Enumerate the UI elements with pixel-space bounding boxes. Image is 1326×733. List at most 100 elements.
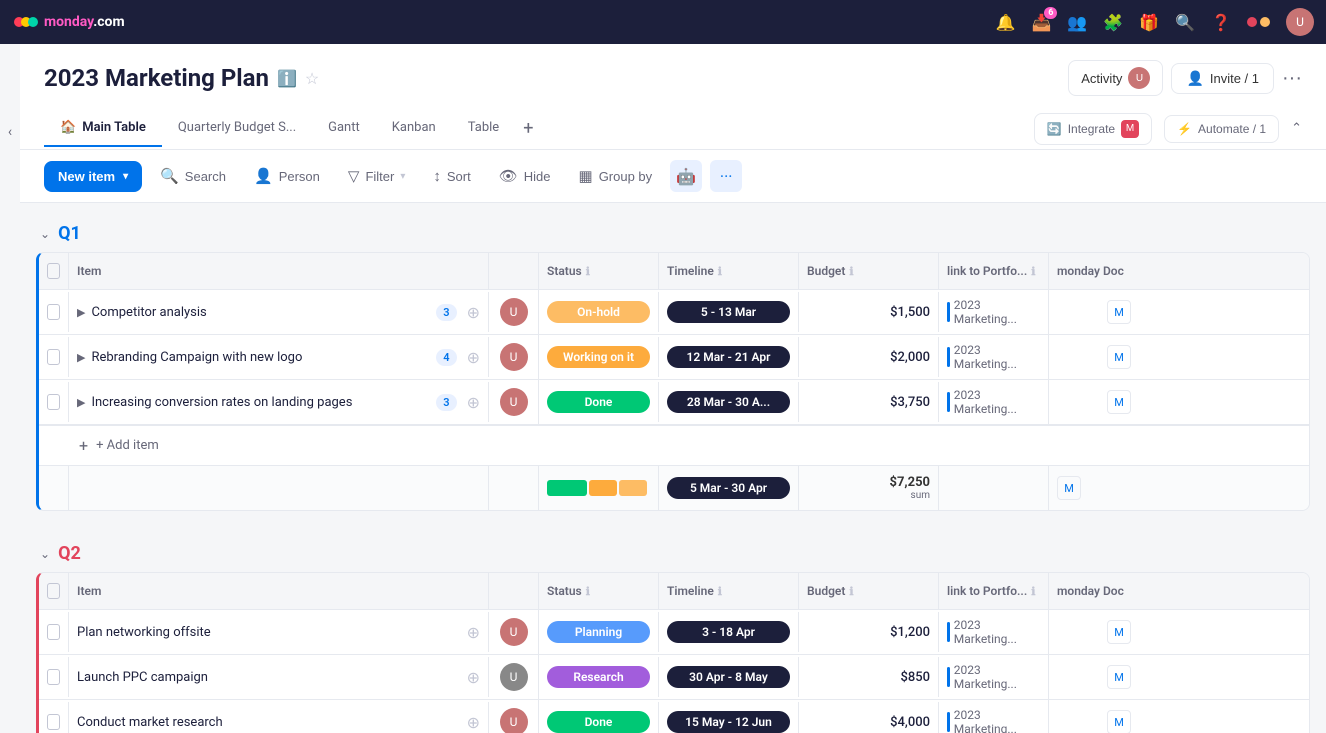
- expand-icon[interactable]: ▶: [77, 306, 85, 319]
- td-status[interactable]: Working on it: [539, 337, 659, 377]
- td-status[interactable]: Done: [539, 702, 659, 733]
- apps-icon[interactable]: 🧩: [1103, 13, 1123, 32]
- add-subitem-icon[interactable]: ⊕: [467, 393, 480, 412]
- td-status[interactable]: Research: [539, 657, 659, 697]
- collapse-button[interactable]: ⌃: [1291, 121, 1302, 136]
- more-toolbar-button[interactable]: ···: [710, 160, 742, 192]
- add-subitem-icon[interactable]: ⊕: [467, 623, 480, 642]
- q1-select-all-checkbox[interactable]: [47, 263, 60, 279]
- td-link[interactable]: 2023 Marketing...: [939, 380, 1049, 424]
- link-info-icon: ℹ: [1031, 265, 1035, 278]
- group-q2-header[interactable]: ⌄ Q2: [36, 535, 1310, 572]
- doc-icon[interactable]: M: [1107, 710, 1131, 733]
- tab-quarterly-budget[interactable]: Quarterly Budget S...: [162, 110, 312, 147]
- td-doc: M: [1049, 702, 1189, 733]
- inbox-icon[interactable]: 📥 6: [1031, 13, 1051, 32]
- sidebar-collapse-arrow[interactable]: ‹: [0, 44, 20, 733]
- search-icon[interactable]: 🔍: [1175, 13, 1195, 32]
- doc-icon[interactable]: M: [1107, 665, 1131, 689]
- td-budget: $3,750: [799, 382, 939, 422]
- td-link[interactable]: 2023 Marketing...: [939, 335, 1049, 379]
- row-checkbox[interactable]: [47, 394, 60, 410]
- add-subitem-icon[interactable]: ⊕: [467, 713, 480, 732]
- tab-gantt[interactable]: Gantt: [312, 110, 376, 147]
- logo[interactable]: monday.com: [12, 8, 125, 36]
- add-subitem-icon[interactable]: ⊕: [467, 348, 480, 367]
- expand-icon[interactable]: ▶: [77, 351, 85, 364]
- row-checkbox[interactable]: [47, 304, 60, 320]
- q1-th-budget: Budget ℹ: [799, 253, 939, 289]
- automate-label: Automate / 1: [1198, 122, 1266, 136]
- q2-collapse-icon[interactable]: ⌄: [40, 547, 50, 561]
- td-status[interactable]: Done: [539, 382, 659, 422]
- group-by-button[interactable]: ▦ Group by: [569, 161, 663, 191]
- doc-icon[interactable]: M: [1107, 345, 1131, 369]
- q1-add-item[interactable]: + + Add item: [39, 425, 1309, 465]
- star-icon[interactable]: ☆: [305, 69, 319, 88]
- hide-button[interactable]: 👁 Hide: [489, 161, 561, 191]
- assignee-avatar[interactable]: U: [500, 298, 528, 326]
- filter-button[interactable]: ▽ Filter ▾: [338, 161, 415, 191]
- assignee-avatar[interactable]: U: [500, 388, 528, 416]
- link-bar: [947, 712, 950, 732]
- group-q1-header[interactable]: ⌄ Q1: [36, 215, 1310, 252]
- row-checkbox[interactable]: [47, 624, 60, 640]
- expand-icon[interactable]: ▶: [77, 396, 85, 409]
- summary-timeline: 5 Mar - 30 Apr: [667, 477, 790, 499]
- automate-button[interactable]: ⚡ Automate / 1: [1164, 115, 1279, 143]
- info-icon[interactable]: ℹ️: [277, 69, 297, 88]
- td-status[interactable]: On-hold: [539, 292, 659, 332]
- user-avatar[interactable]: U: [1286, 8, 1314, 36]
- add-tab-button[interactable]: +: [515, 108, 541, 149]
- tab-kanban[interactable]: Kanban: [376, 110, 452, 147]
- tab-main-table[interactable]: 🏠 Main Table: [44, 110, 162, 147]
- activity-button[interactable]: Activity U: [1068, 60, 1163, 96]
- item-name[interactable]: Launch PPC campaign: [77, 670, 457, 685]
- link-text: 2023 Marketing...: [954, 388, 1040, 416]
- budget-total: $7,250: [807, 475, 930, 490]
- new-item-button[interactable]: New item ▾: [44, 161, 142, 192]
- doc-icon[interactable]: M: [1107, 390, 1131, 414]
- td-link[interactable]: 2023 Marketing...: [939, 290, 1049, 334]
- add-subitem-icon[interactable]: ⊕: [467, 668, 480, 687]
- assignee-avatar[interactable]: U: [500, 618, 528, 646]
- ai-button[interactable]: 🤖: [670, 160, 702, 192]
- add-subitem-icon[interactable]: ⊕: [467, 303, 480, 322]
- q2-select-all-checkbox[interactable]: [47, 583, 60, 599]
- assignee-avatar[interactable]: U: [500, 343, 528, 371]
- item-name[interactable]: Increasing conversion rates on landing p…: [91, 395, 430, 410]
- more-options-button[interactable]: ···: [1282, 67, 1302, 90]
- row-checkbox[interactable]: [47, 669, 60, 685]
- activity-label: Activity: [1081, 71, 1122, 86]
- td-status[interactable]: Planning: [539, 612, 659, 652]
- td-link[interactable]: 2023 Marketing...: [939, 655, 1049, 699]
- person-button[interactable]: 👤 Person: [244, 161, 330, 191]
- tab-table[interactable]: Table: [452, 110, 515, 147]
- person-label: Person: [279, 169, 320, 184]
- q1-collapse-icon[interactable]: ⌄: [40, 227, 50, 241]
- doc-icon[interactable]: M: [1107, 620, 1131, 644]
- notifications-icon[interactable]: 🔔: [996, 13, 1016, 32]
- assignee-avatar[interactable]: U: [500, 663, 528, 691]
- row-checkbox[interactable]: [47, 349, 60, 365]
- integrate-button[interactable]: 🔄 Integrate M: [1034, 113, 1152, 145]
- item-name[interactable]: Rebranding Campaign with new logo: [91, 350, 430, 365]
- item-name[interactable]: Conduct market research: [77, 715, 457, 730]
- table-tab-label: Table: [468, 120, 499, 135]
- item-name[interactable]: Competitor analysis: [91, 305, 430, 320]
- sort-button[interactable]: ↕ Sort: [423, 162, 480, 191]
- workspace-switcher[interactable]: [1247, 17, 1270, 27]
- assignee-avatar[interactable]: U: [500, 708, 528, 733]
- invite-button[interactable]: 👤 Invite / 1: [1171, 63, 1274, 94]
- td-link[interactable]: 2023 Marketing...: [939, 700, 1049, 733]
- item-name[interactable]: Plan networking offsite: [77, 625, 457, 640]
- row-checkbox[interactable]: [47, 714, 60, 730]
- q2-th-checkbox: [39, 573, 69, 609]
- help-icon[interactable]: ❓: [1211, 13, 1231, 32]
- td-link[interactable]: 2023 Marketing...: [939, 610, 1049, 654]
- gift-icon[interactable]: 🎁: [1139, 13, 1159, 32]
- invite-icon[interactable]: 👥: [1067, 13, 1087, 32]
- person-btn-icon: 👤: [254, 167, 273, 185]
- doc-icon[interactable]: M: [1107, 300, 1131, 324]
- search-button[interactable]: 🔍 Search: [150, 161, 236, 191]
